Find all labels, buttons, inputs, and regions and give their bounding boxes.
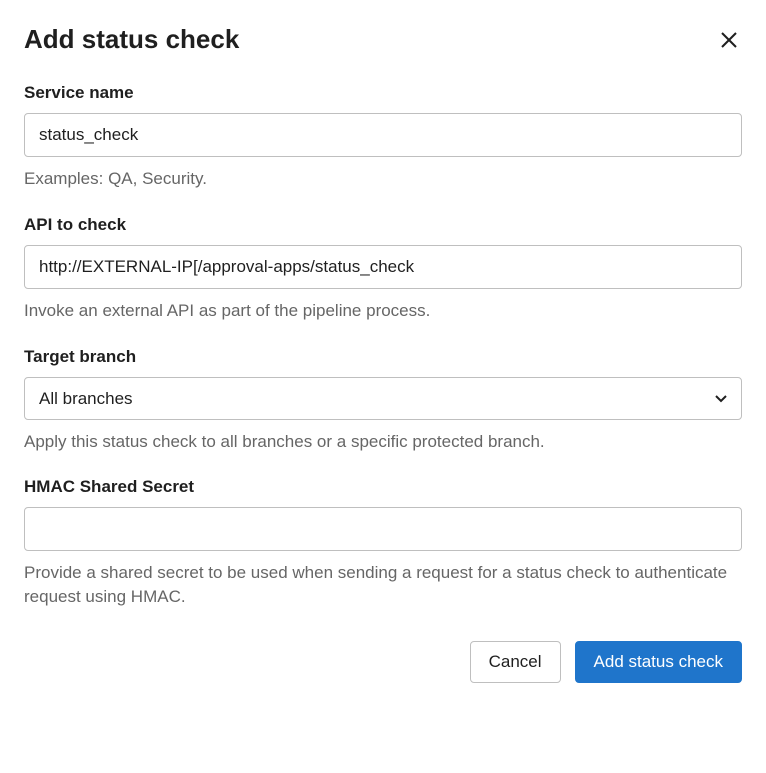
service-name-help: Examples: QA, Security. bbox=[24, 167, 742, 191]
service-name-group: Service name Examples: QA, Security. bbox=[24, 83, 742, 191]
api-input[interactable] bbox=[24, 245, 742, 289]
dialog-title: Add status check bbox=[24, 24, 239, 55]
service-name-input[interactable] bbox=[24, 113, 742, 157]
dialog-footer: Cancel Add status check bbox=[24, 641, 742, 683]
submit-button[interactable]: Add status check bbox=[575, 641, 742, 683]
api-help: Invoke an external API as part of the pi… bbox=[24, 299, 742, 323]
hmac-label: HMAC Shared Secret bbox=[24, 477, 742, 497]
hmac-input[interactable] bbox=[24, 507, 742, 551]
add-status-check-dialog: Add status check Service name Examples: … bbox=[24, 24, 742, 683]
target-branch-help: Apply this status check to all branches … bbox=[24, 430, 742, 454]
dialog-header: Add status check bbox=[24, 24, 742, 55]
close-icon bbox=[720, 31, 738, 49]
api-label: API to check bbox=[24, 215, 742, 235]
close-button[interactable] bbox=[716, 27, 742, 53]
service-name-label: Service name bbox=[24, 83, 742, 103]
target-branch-label: Target branch bbox=[24, 347, 742, 367]
target-branch-select[interactable]: All branches bbox=[24, 377, 742, 420]
cancel-button[interactable]: Cancel bbox=[470, 641, 561, 683]
target-branch-group: Target branch All branches Apply this st… bbox=[24, 347, 742, 454]
api-group: API to check Invoke an external API as p… bbox=[24, 215, 742, 323]
hmac-help: Provide a shared secret to be used when … bbox=[24, 561, 742, 609]
hmac-group: HMAC Shared Secret Provide a shared secr… bbox=[24, 477, 742, 609]
target-branch-select-wrapper: All branches bbox=[24, 377, 742, 420]
